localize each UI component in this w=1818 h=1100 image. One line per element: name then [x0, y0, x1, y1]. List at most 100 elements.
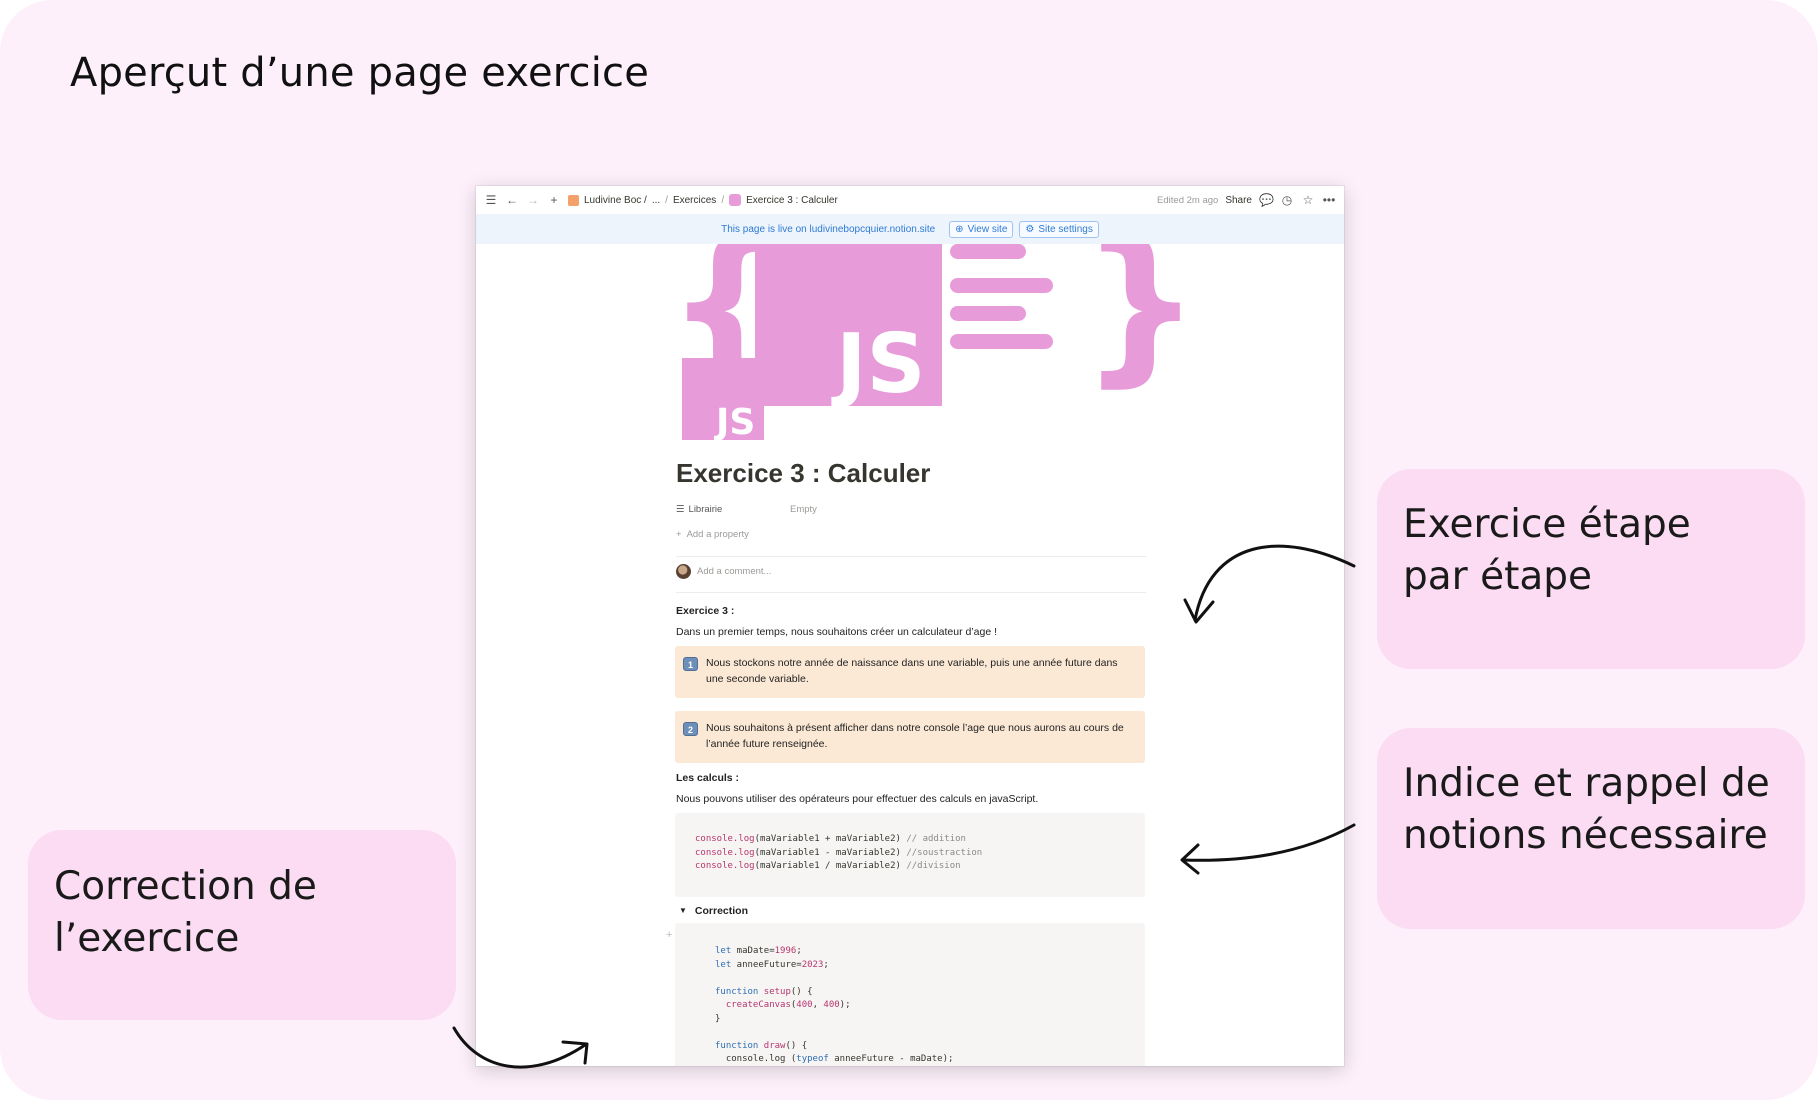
callout-text-line: Correction de [54, 864, 317, 909]
code-line: function setup() { [715, 986, 1125, 1000]
breadcrumb-page[interactable]: Exercice 3 : Calculer [746, 195, 838, 206]
code-comment: //soustraction [906, 847, 983, 858]
callout-text-line: Exercice étape [1403, 502, 1691, 547]
code-fn: setup [763, 986, 791, 997]
code-line: console.log(maVariable1 - maVariable2) /… [695, 847, 1125, 861]
page-icon [729, 194, 742, 206]
text-line-shape [950, 278, 1053, 293]
code-line: let maDate=1996; [715, 945, 1125, 959]
code-text: ; [796, 946, 802, 956]
code-fn: console.log [695, 861, 755, 871]
gear-icon: ⚙ [1025, 223, 1035, 235]
property-librairie[interactable]: ☰ Librairie [676, 504, 722, 515]
text-line-shape [950, 306, 1026, 321]
code-line: console.log(maVariable1 + maVariable2) /… [695, 833, 1125, 847]
code-line: } [715, 1013, 721, 1024]
calc-intro: Nous pouvons utiliser des opérateurs pou… [676, 793, 1039, 805]
page-title: Exercice 3 : Calculer [676, 458, 931, 488]
code-line: let anneeFuture=2023; [715, 959, 1125, 973]
code-args: (maVariable1 - maVariable2) [754, 847, 901, 858]
code-kw: let [715, 946, 732, 956]
history-icon[interactable]: ◷ [1280, 193, 1294, 207]
avatar [676, 564, 691, 579]
code-line: createCanvas(400, 400); [715, 999, 1125, 1013]
code-fn: console.log [695, 834, 755, 844]
comment-icon[interactable]: 💬 [1259, 193, 1274, 207]
live-site-text: This page is live on ludivinebopcquier.n… [721, 223, 936, 235]
forward-arrow-icon[interactable]: → [526, 193, 540, 207]
code-text: () { [790, 986, 813, 997]
callout-text-line: notions nécessaire [1403, 813, 1768, 858]
notion-page-screenshot: ☰ ← → + Ludivine Boc / ... / Exercices /… [476, 186, 1344, 1066]
callout-text-line: Indice et rappel de [1403, 761, 1770, 806]
exercise-heading: Exercice 3 : [676, 605, 735, 617]
site-settings-button[interactable]: ⚙ Site settings [1019, 220, 1099, 238]
small-js-text: JS [713, 402, 755, 443]
comment-field[interactable]: Add a comment... [676, 564, 771, 579]
page-cover-js-logo: { JS JS } [666, 244, 1201, 443]
workspace-icon [568, 194, 579, 206]
more-icon[interactable]: ••• [1322, 193, 1336, 207]
live-site-bar: This page is live on ludivinebopcquier.n… [476, 214, 1344, 244]
code-text: anneeFuture - maDate); [828, 1054, 954, 1064]
add-property-button[interactable]: + Add a property [676, 529, 749, 540]
comment-placeholder: Add a comment... [697, 566, 772, 577]
calc-heading: Les calculs : [676, 772, 740, 784]
code-num: 1996 [774, 946, 797, 956]
divider [676, 592, 1146, 593]
step-callout-2: 2 Nous souhaitons à présent afficher dan… [675, 711, 1145, 763]
code-text: console.log ( [725, 1054, 797, 1064]
code-num: 400 [796, 1000, 813, 1010]
edited-timestamp: Edited 2m ago [1157, 194, 1219, 206]
exercise-intro: Dans un premier temps, nous souhaitons c… [676, 626, 998, 638]
code-text: , [812, 1000, 824, 1010]
text-line-shape [950, 244, 1026, 259]
code-text: () { [785, 1040, 808, 1051]
plus-icon: + [676, 529, 682, 540]
step-2-text: Nous souhaitons à présent afficher dans … [706, 722, 1124, 750]
code-line: function draw() { [715, 1040, 1125, 1054]
callout-text-line: l’exercice [54, 916, 240, 961]
code-block-operators: console.log(maVariable1 + maVariable2) /… [675, 813, 1145, 897]
property-value[interactable]: Empty [790, 504, 817, 515]
text-line-shape [950, 334, 1053, 349]
callout-correction: Correction de l’exercice [28, 830, 456, 1020]
add-property-label: Add a property [686, 529, 749, 540]
code-kw: function [715, 986, 759, 997]
breadcrumb-ellipsis[interactable]: ... [652, 195, 660, 206]
slide-background: Aperçut d’une page exercice ☰ ← → + Ludi… [0, 0, 1818, 1100]
share-button[interactable]: Share [1225, 195, 1252, 206]
correction-label: Correction [694, 905, 749, 917]
correction-toggle[interactable]: ▼ Correction [679, 905, 748, 917]
code-num: 400 [823, 1000, 840, 1010]
code-args: (maVariable1 / maVariable2) [754, 861, 901, 871]
code-fn: createCanvas [725, 1000, 791, 1010]
notion-topbar: ☰ ← → + Ludivine Boc / ... / Exercices /… [476, 186, 1344, 214]
callout-text-line: par étape [1403, 554, 1593, 599]
divider [676, 556, 1146, 557]
property-name: Librairie [688, 504, 723, 515]
breadcrumb-section[interactable]: Exercices [673, 195, 716, 206]
code-line: console.log (typeof anneeFuture - maDate… [715, 1053, 1125, 1066]
breadcrumb-separator: / [665, 194, 668, 206]
code-text: anneeFuture= [731, 959, 802, 970]
code-comment: // addition [906, 834, 966, 844]
callout-hints: Indice et rappel de notions nécessaire [1377, 728, 1805, 929]
view-site-button[interactable]: ⊕ View site [949, 220, 1014, 238]
code-kw: let [715, 959, 732, 970]
code-text: ); [839, 1000, 851, 1010]
code-text: ; [823, 959, 829, 970]
breadcrumb-root[interactable]: Ludivine Boc / [584, 195, 647, 206]
plus-icon[interactable]: + [547, 193, 561, 207]
big-js-text: JS [831, 317, 926, 412]
keycap-1-icon: 1 [683, 657, 698, 671]
menu-icon[interactable]: ☰ [484, 193, 498, 207]
list-icon: ☰ [676, 504, 685, 515]
code-text: maDate= [731, 946, 775, 956]
back-arrow-icon[interactable]: ← [505, 193, 519, 207]
code-fn: draw [763, 1040, 786, 1051]
breadcrumb-separator: / [721, 194, 725, 206]
callout-step-by-step: Exercice étape par étape [1377, 469, 1805, 669]
star-icon[interactable]: ☆ [1301, 193, 1315, 207]
code-args: (maVariable1 + maVariable2) [754, 834, 901, 844]
